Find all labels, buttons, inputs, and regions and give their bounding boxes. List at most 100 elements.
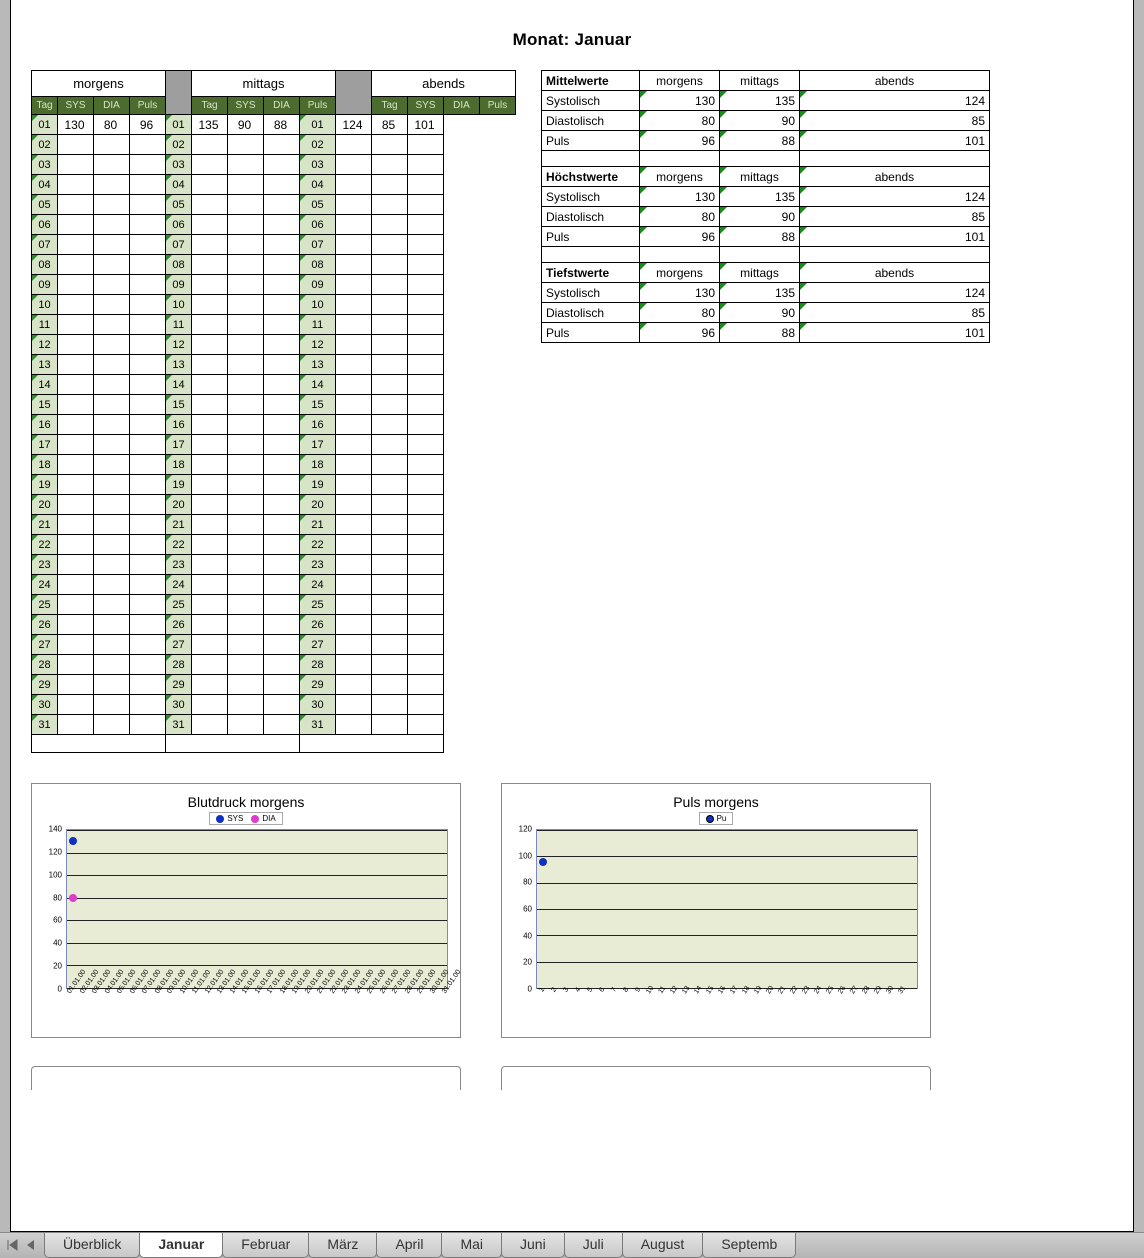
day-cell[interactable]: 17 — [166, 435, 192, 455]
value-cell[interactable] — [228, 315, 264, 335]
value-cell[interactable] — [336, 295, 372, 315]
day-cell[interactable]: 12 — [166, 335, 192, 355]
sheet-tab[interactable]: März — [308, 1233, 377, 1258]
value-cell[interactable] — [58, 275, 94, 295]
value-cell[interactable] — [192, 175, 228, 195]
value-cell[interactable] — [130, 595, 166, 615]
day-cell[interactable]: 09 — [300, 275, 336, 295]
day-cell[interactable]: 29 — [32, 675, 58, 695]
value-cell[interactable] — [408, 475, 444, 495]
value-cell[interactable] — [94, 335, 130, 355]
value-cell[interactable] — [228, 675, 264, 695]
day-cell[interactable]: 05 — [32, 195, 58, 215]
value-cell[interactable] — [408, 535, 444, 555]
value-cell[interactable] — [94, 475, 130, 495]
value-cell[interactable] — [192, 635, 228, 655]
value-cell[interactable] — [192, 495, 228, 515]
value-cell[interactable] — [58, 695, 94, 715]
value-cell[interactable] — [130, 235, 166, 255]
value-cell[interactable] — [336, 155, 372, 175]
day-cell[interactable]: 08 — [300, 255, 336, 275]
value-cell[interactable] — [192, 375, 228, 395]
day-cell[interactable]: 14 — [300, 375, 336, 395]
value-cell[interactable] — [336, 175, 372, 195]
value-cell[interactable] — [228, 535, 264, 555]
day-cell[interactable]: 13 — [300, 355, 336, 375]
value-cell[interactable] — [408, 395, 444, 415]
value-cell[interactable] — [264, 575, 300, 595]
day-cell[interactable]: 24 — [300, 575, 336, 595]
value-cell[interactable] — [94, 615, 130, 635]
value-cell[interactable] — [408, 595, 444, 615]
sheet-tab[interactable]: Februar — [222, 1233, 309, 1258]
day-cell[interactable]: 12 — [32, 335, 58, 355]
value-cell[interactable]: 124 — [336, 115, 372, 135]
value-cell[interactable] — [130, 415, 166, 435]
value-cell[interactable] — [58, 495, 94, 515]
value-cell[interactable] — [228, 395, 264, 415]
day-cell[interactable]: 06 — [32, 215, 58, 235]
day-cell[interactable]: 17 — [32, 435, 58, 455]
value-cell[interactable] — [372, 175, 408, 195]
value-cell[interactable] — [264, 595, 300, 615]
value-cell[interactable] — [336, 495, 372, 515]
value-cell[interactable] — [228, 175, 264, 195]
value-cell[interactable] — [372, 595, 408, 615]
value-cell[interactable] — [372, 715, 408, 735]
value-cell[interactable] — [336, 375, 372, 395]
tab-nav-prev-icon[interactable] — [24, 1238, 38, 1254]
day-cell[interactable]: 06 — [300, 215, 336, 235]
value-cell[interactable] — [336, 195, 372, 215]
day-cell[interactable]: 13 — [32, 355, 58, 375]
value-cell[interactable] — [58, 315, 94, 335]
day-cell[interactable]: 04 — [32, 175, 58, 195]
value-cell[interactable] — [58, 455, 94, 475]
value-cell[interactable] — [130, 635, 166, 655]
value-cell[interactable] — [130, 275, 166, 295]
value-cell[interactable] — [58, 135, 94, 155]
day-cell[interactable]: 22 — [166, 535, 192, 555]
value-cell[interactable] — [94, 295, 130, 315]
day-cell[interactable]: 09 — [166, 275, 192, 295]
value-cell[interactable] — [408, 375, 444, 395]
value-cell[interactable] — [228, 215, 264, 235]
tab-nav-first-icon[interactable] — [6, 1238, 20, 1254]
value-cell[interactable] — [336, 415, 372, 435]
sheet-tab[interactable]: April — [376, 1233, 442, 1258]
value-cell[interactable] — [192, 355, 228, 375]
value-cell[interactable] — [58, 375, 94, 395]
value-cell[interactable] — [192, 675, 228, 695]
value-cell[interactable] — [408, 495, 444, 515]
value-cell[interactable] — [228, 475, 264, 495]
value-cell[interactable] — [264, 355, 300, 375]
value-cell[interactable] — [94, 595, 130, 615]
value-cell[interactable] — [228, 295, 264, 315]
value-cell[interactable] — [192, 475, 228, 495]
sheet-tab[interactable]: Juni — [501, 1233, 565, 1258]
day-cell[interactable]: 26 — [32, 615, 58, 635]
value-cell[interactable] — [94, 495, 130, 515]
value-cell[interactable] — [58, 515, 94, 535]
value-cell[interactable] — [130, 475, 166, 495]
day-cell[interactable]: 29 — [300, 675, 336, 695]
day-cell[interactable]: 10 — [300, 295, 336, 315]
value-cell[interactable] — [264, 255, 300, 275]
value-cell[interactable] — [336, 135, 372, 155]
value-cell[interactable] — [408, 575, 444, 595]
value-cell[interactable] — [372, 535, 408, 555]
value-cell[interactable] — [130, 315, 166, 335]
value-cell[interactable] — [94, 395, 130, 415]
value-cell[interactable] — [336, 635, 372, 655]
value-cell[interactable] — [264, 175, 300, 195]
value-cell[interactable] — [264, 675, 300, 695]
value-cell[interactable] — [228, 135, 264, 155]
value-cell[interactable] — [130, 395, 166, 415]
value-cell[interactable] — [58, 615, 94, 635]
value-cell[interactable] — [408, 255, 444, 275]
day-cell[interactable]: 11 — [32, 315, 58, 335]
day-cell[interactable]: 02 — [32, 135, 58, 155]
value-cell[interactable] — [192, 455, 228, 475]
value-cell[interactable] — [372, 135, 408, 155]
value-cell[interactable] — [372, 395, 408, 415]
value-cell[interactable] — [58, 675, 94, 695]
